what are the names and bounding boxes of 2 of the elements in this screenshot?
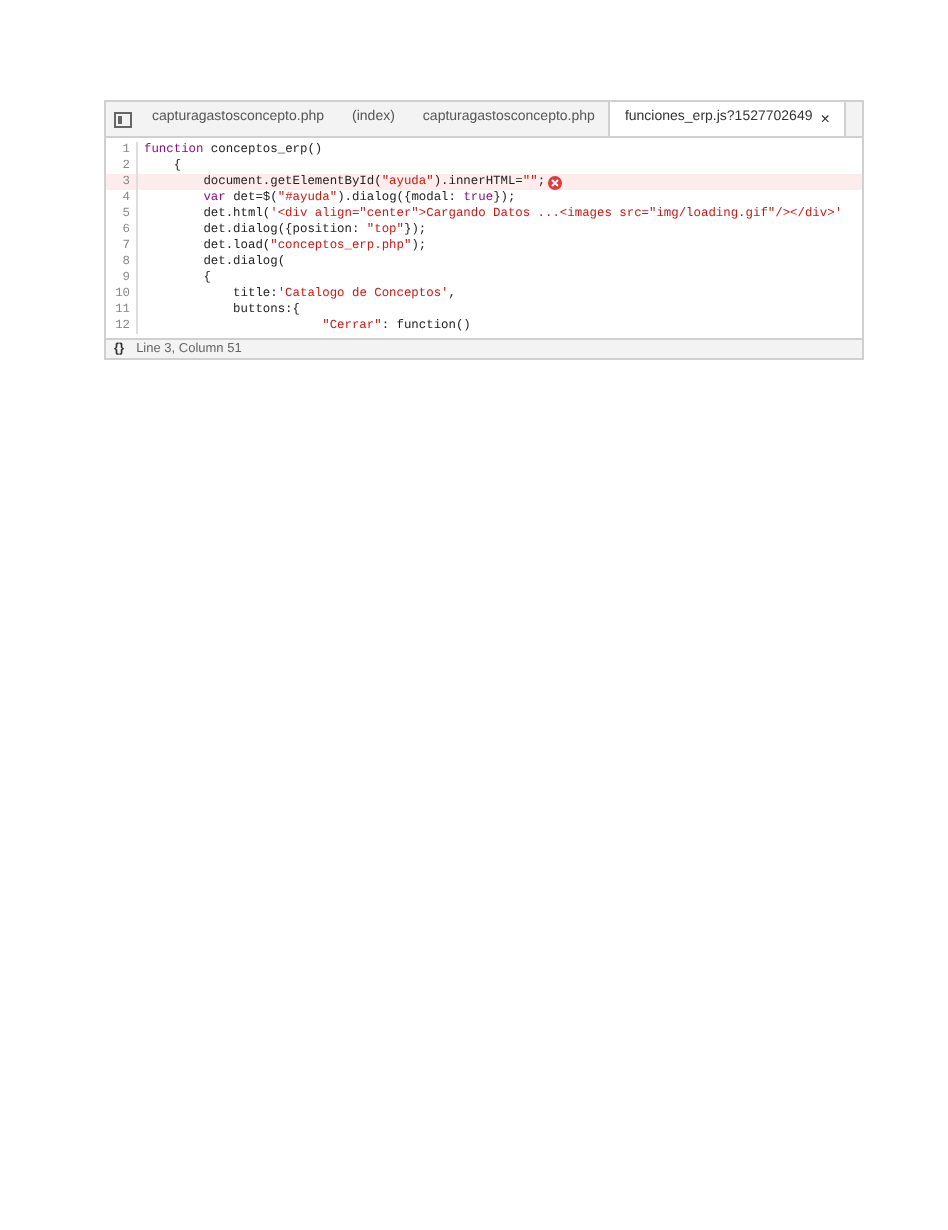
error-icon bbox=[547, 175, 562, 189]
close-icon[interactable]: × bbox=[820, 107, 830, 131]
